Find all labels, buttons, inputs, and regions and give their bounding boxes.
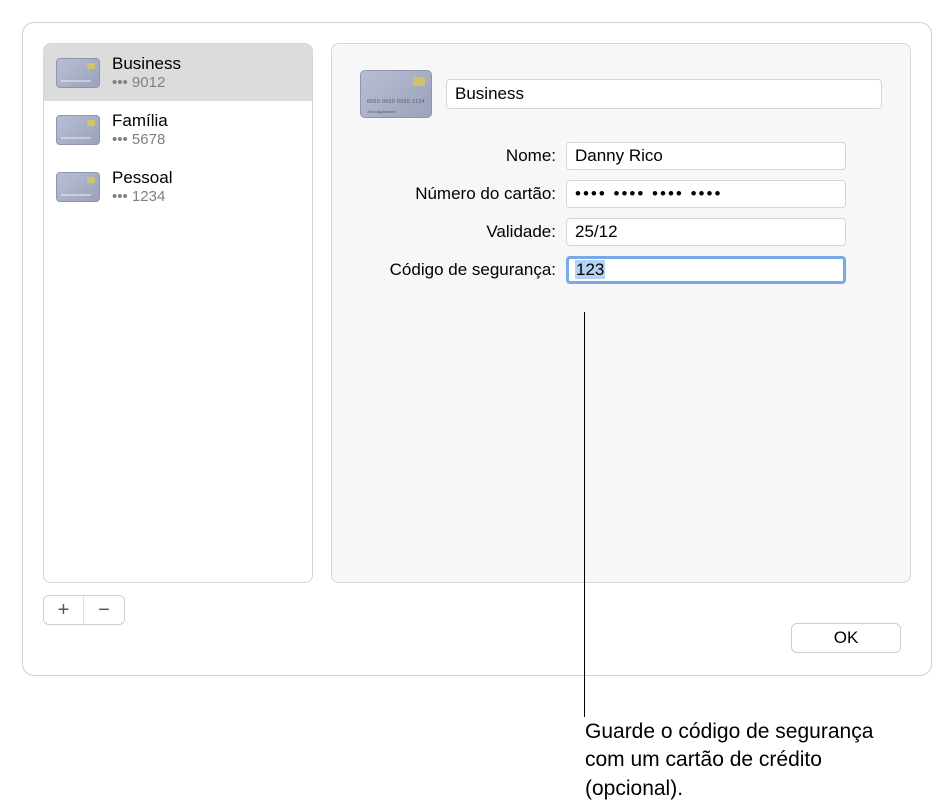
card-number-field[interactable]: •••• •••• •••• •••• [566, 180, 846, 208]
row-cvc: Código de segurança: 123 [360, 256, 882, 284]
card-detail-panel: 0000 0000 0000 1234 John Appleseed Busin… [331, 43, 911, 583]
autofill-credit-cards-window: Business ••• 9012 Família ••• 5678 Pesso… [22, 22, 932, 676]
toolbar-bottom: + − [43, 595, 911, 625]
selected-text: 123 [575, 260, 605, 279]
cardholder-name-field[interactable]: Danny Rico [566, 142, 846, 170]
credit-card-icon [56, 172, 100, 202]
label-name: Nome: [360, 146, 556, 166]
card-list: Business ••• 9012 Família ••• 5678 Pesso… [43, 43, 313, 583]
label-number: Número do cartão: [360, 184, 556, 204]
credit-card-icon-large: 0000 0000 0000 1234 John Appleseed [360, 70, 432, 118]
sidebar-item-text: Família ••• 5678 [112, 111, 168, 148]
card-mini-number: 0000 0000 0000 1234 [367, 99, 425, 105]
row-number: Número do cartão: •••• •••• •••• •••• [360, 180, 882, 208]
ok-button[interactable]: OK [791, 623, 901, 653]
label-expiry: Validade: [360, 222, 556, 242]
sidebar-item-text: Pessoal ••• 1234 [112, 168, 172, 205]
add-remove-group: + − [43, 595, 125, 625]
callout-text: Guarde o código de segurança com um cart… [585, 718, 895, 803]
security-code-field[interactable]: 123 [566, 256, 846, 284]
card-last4: ••• 5678 [112, 131, 168, 148]
card-title: Pessoal [112, 168, 172, 188]
add-card-button[interactable]: + [44, 596, 84, 624]
card-mini-name: John Appleseed [367, 109, 395, 114]
remove-card-button[interactable]: − [84, 596, 124, 624]
content-area: Business ••• 9012 Família ••• 5678 Pesso… [43, 43, 911, 583]
card-last4: ••• 9012 [112, 74, 181, 91]
sidebar-item-text: Business ••• 9012 [112, 54, 181, 91]
card-title: Família [112, 111, 168, 131]
credit-card-icon [56, 58, 100, 88]
label-cvc: Código de segurança: [360, 260, 556, 280]
row-name: Nome: Danny Rico [360, 142, 882, 170]
card-last4: ••• 1234 [112, 188, 172, 205]
callout-leader-line [584, 312, 585, 717]
detail-header: 0000 0000 0000 1234 John Appleseed Busin… [360, 70, 882, 118]
form-rows: Nome: Danny Rico Número do cartão: •••• … [360, 142, 882, 284]
sidebar-item-familia[interactable]: Família ••• 5678 [44, 101, 312, 158]
sidebar-item-business[interactable]: Business ••• 9012 [44, 44, 312, 101]
row-expiry: Validade: 25/12 [360, 218, 882, 246]
card-description-field[interactable]: Business [446, 79, 882, 109]
sidebar-item-pessoal[interactable]: Pessoal ••• 1234 [44, 158, 312, 215]
credit-card-icon [56, 115, 100, 145]
card-expiry-field[interactable]: 25/12 [566, 218, 846, 246]
card-title: Business [112, 54, 181, 74]
